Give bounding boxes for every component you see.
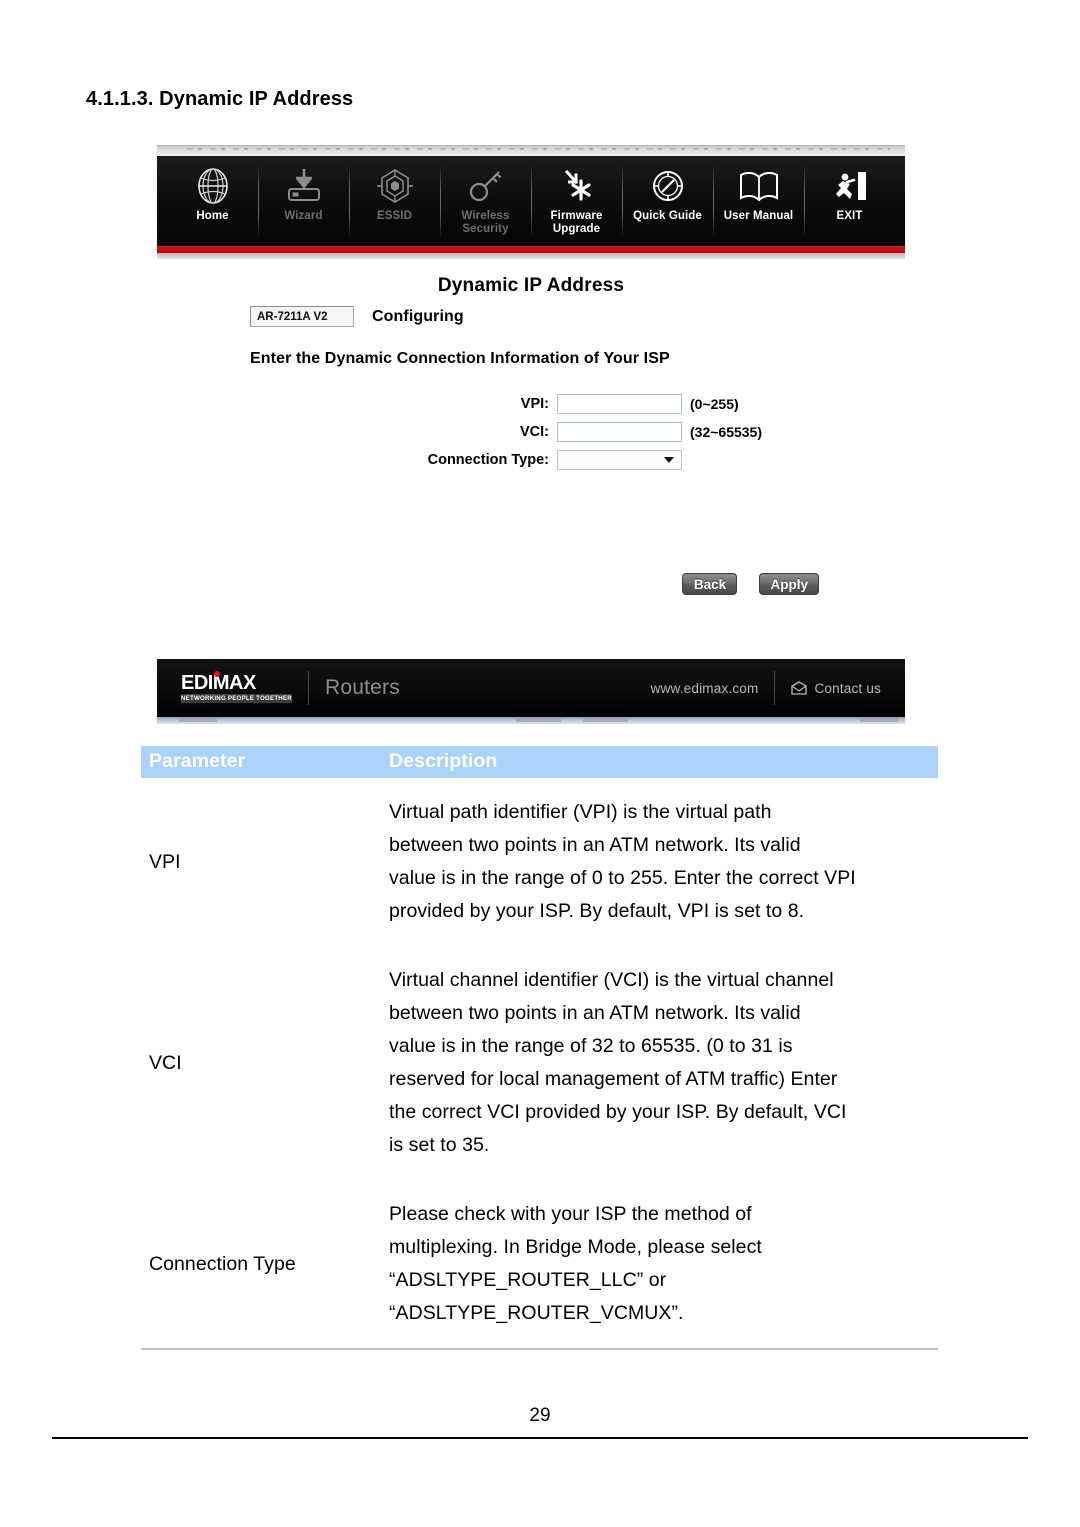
nav-label: Wireless Security [461,210,510,235]
nav-item-essid[interactable]: ESSID [349,156,440,246]
table-row: Connection Type Please check with your I… [141,1180,938,1350]
edimax-logo: EDIMAX NETWORKING PEOPLE TOGETHER [181,670,308,703]
vpi-input[interactable] [557,394,682,414]
nav-item-home[interactable]: Home [167,156,258,246]
browser-chrome-edge [157,145,905,156]
compass-icon [648,165,688,207]
vci-label: VCI: [520,424,549,440]
form-row-vpi: VPI: (0~255) [157,394,905,414]
wizard-install-icon [282,165,326,207]
form-row-vci: VCI: (32~65535) [157,422,905,442]
vci-input[interactable] [557,422,682,442]
brand-name: EDIMAX [181,670,292,693]
form-actions: Back Apply [682,573,819,595]
parameter-description: Virtual channel identifier (VCI) is the … [389,969,847,1156]
parameter-name: VCI [149,1051,182,1074]
connection-type-label: Connection Type: [427,452,549,468]
parameter-description: Please check with your ISP the method of… [381,1180,938,1350]
footer-rule [52,1437,1028,1439]
page-number: 29 [529,1405,551,1426]
footer-divider-left [307,671,309,705]
model-status-row: AR-7211A V2 Configuring [250,306,464,327]
nav-item-wizard[interactable]: Wizard [258,156,349,246]
connection-form: VPI: (0~255) VCI: (32~65535) Connection … [157,394,905,478]
exit-running-man-icon [830,165,870,207]
nav-label: Wizard [284,210,323,222]
footer-divider-right [774,671,776,705]
website-url[interactable]: www.edimax.com [651,681,759,696]
nav-label: Quick Guide [633,210,702,222]
contact-label: Contact us [814,680,881,696]
nav-item-user-manual[interactable]: User Manual [713,156,804,246]
table-row: VPI Virtual path identifier (VPI) is the… [141,778,938,946]
key-icon [466,165,506,207]
nav-item-wireless-security[interactable]: Wireless Security [440,156,531,246]
logo-dot [214,670,220,677]
parameter-description-table: Parameter Description VPI Virtual path i… [141,746,938,1350]
screenshot-bottom-edge [157,717,905,724]
essid-web-icon [374,165,416,207]
apply-button[interactable]: Apply [759,573,819,595]
nav-label: User Manual [723,210,794,222]
nav-label: Home [196,210,229,222]
chevron-down-icon [664,457,674,463]
vpi-label: VPI: [520,396,549,412]
table-header-row: Parameter Description [141,746,938,778]
status-label: Configuring [372,307,464,325]
model-name-box: AR-7211A V2 [250,306,354,327]
header-description: Description [381,746,938,778]
router-nav-bar: Home Wizard ESSID Wireless Security Firm… [157,156,905,246]
nav-label: Firmware Upgrade [550,210,603,235]
parameter-name: Connection Type [141,1180,381,1350]
back-button[interactable]: Back [682,573,738,595]
firmware-upgrade-icon [556,165,598,207]
nav-item-exit[interactable]: EXIT [804,156,895,246]
ui-page-title: Dynamic IP Address [437,275,625,296]
router-content-area: Dynamic IP Address AR-7211A V2 Configuri… [157,259,905,659]
router-ui-screenshot: Home Wizard ESSID Wireless Security Firm… [157,145,905,724]
brand-footer-bar: EDIMAX NETWORKING PEOPLE TOGETHER Router… [157,659,905,717]
nav-label: EXIT [836,210,863,222]
nav-item-quick-guide[interactable]: Quick Guide [622,156,713,246]
vci-range-hint: (32~65535) [690,424,763,440]
product-category: Routers [324,676,400,699]
contact-us-link[interactable]: Contact us [791,681,881,696]
globe-icon [194,165,232,207]
parameter-name: VPI [149,850,181,873]
connection-type-select[interactable] [557,450,682,470]
nav-label: ESSID [376,210,412,222]
brand-tagline: NETWORKING PEOPLE TOGETHER [181,693,292,703]
mail-icon [791,681,814,695]
header-parameter: Parameter [141,746,381,778]
nav-item-firmware-upgrade[interactable]: Firmware Upgrade [531,156,622,246]
table-row: VCI Virtual channel identifier (VCI) is … [141,946,938,1180]
nav-accent-bar [157,246,905,253]
instruction-text: Enter the Dynamic Connection Information… [250,350,670,367]
parameter-description: Virtual path identifier (VPI) is the vir… [389,801,856,922]
open-book-icon [736,165,782,207]
form-row-connection-type: Connection Type: [157,450,905,470]
vpi-range-hint: (0~255) [690,396,739,412]
page-title: 4.1.1.3. Dynamic IP Address [86,88,354,110]
